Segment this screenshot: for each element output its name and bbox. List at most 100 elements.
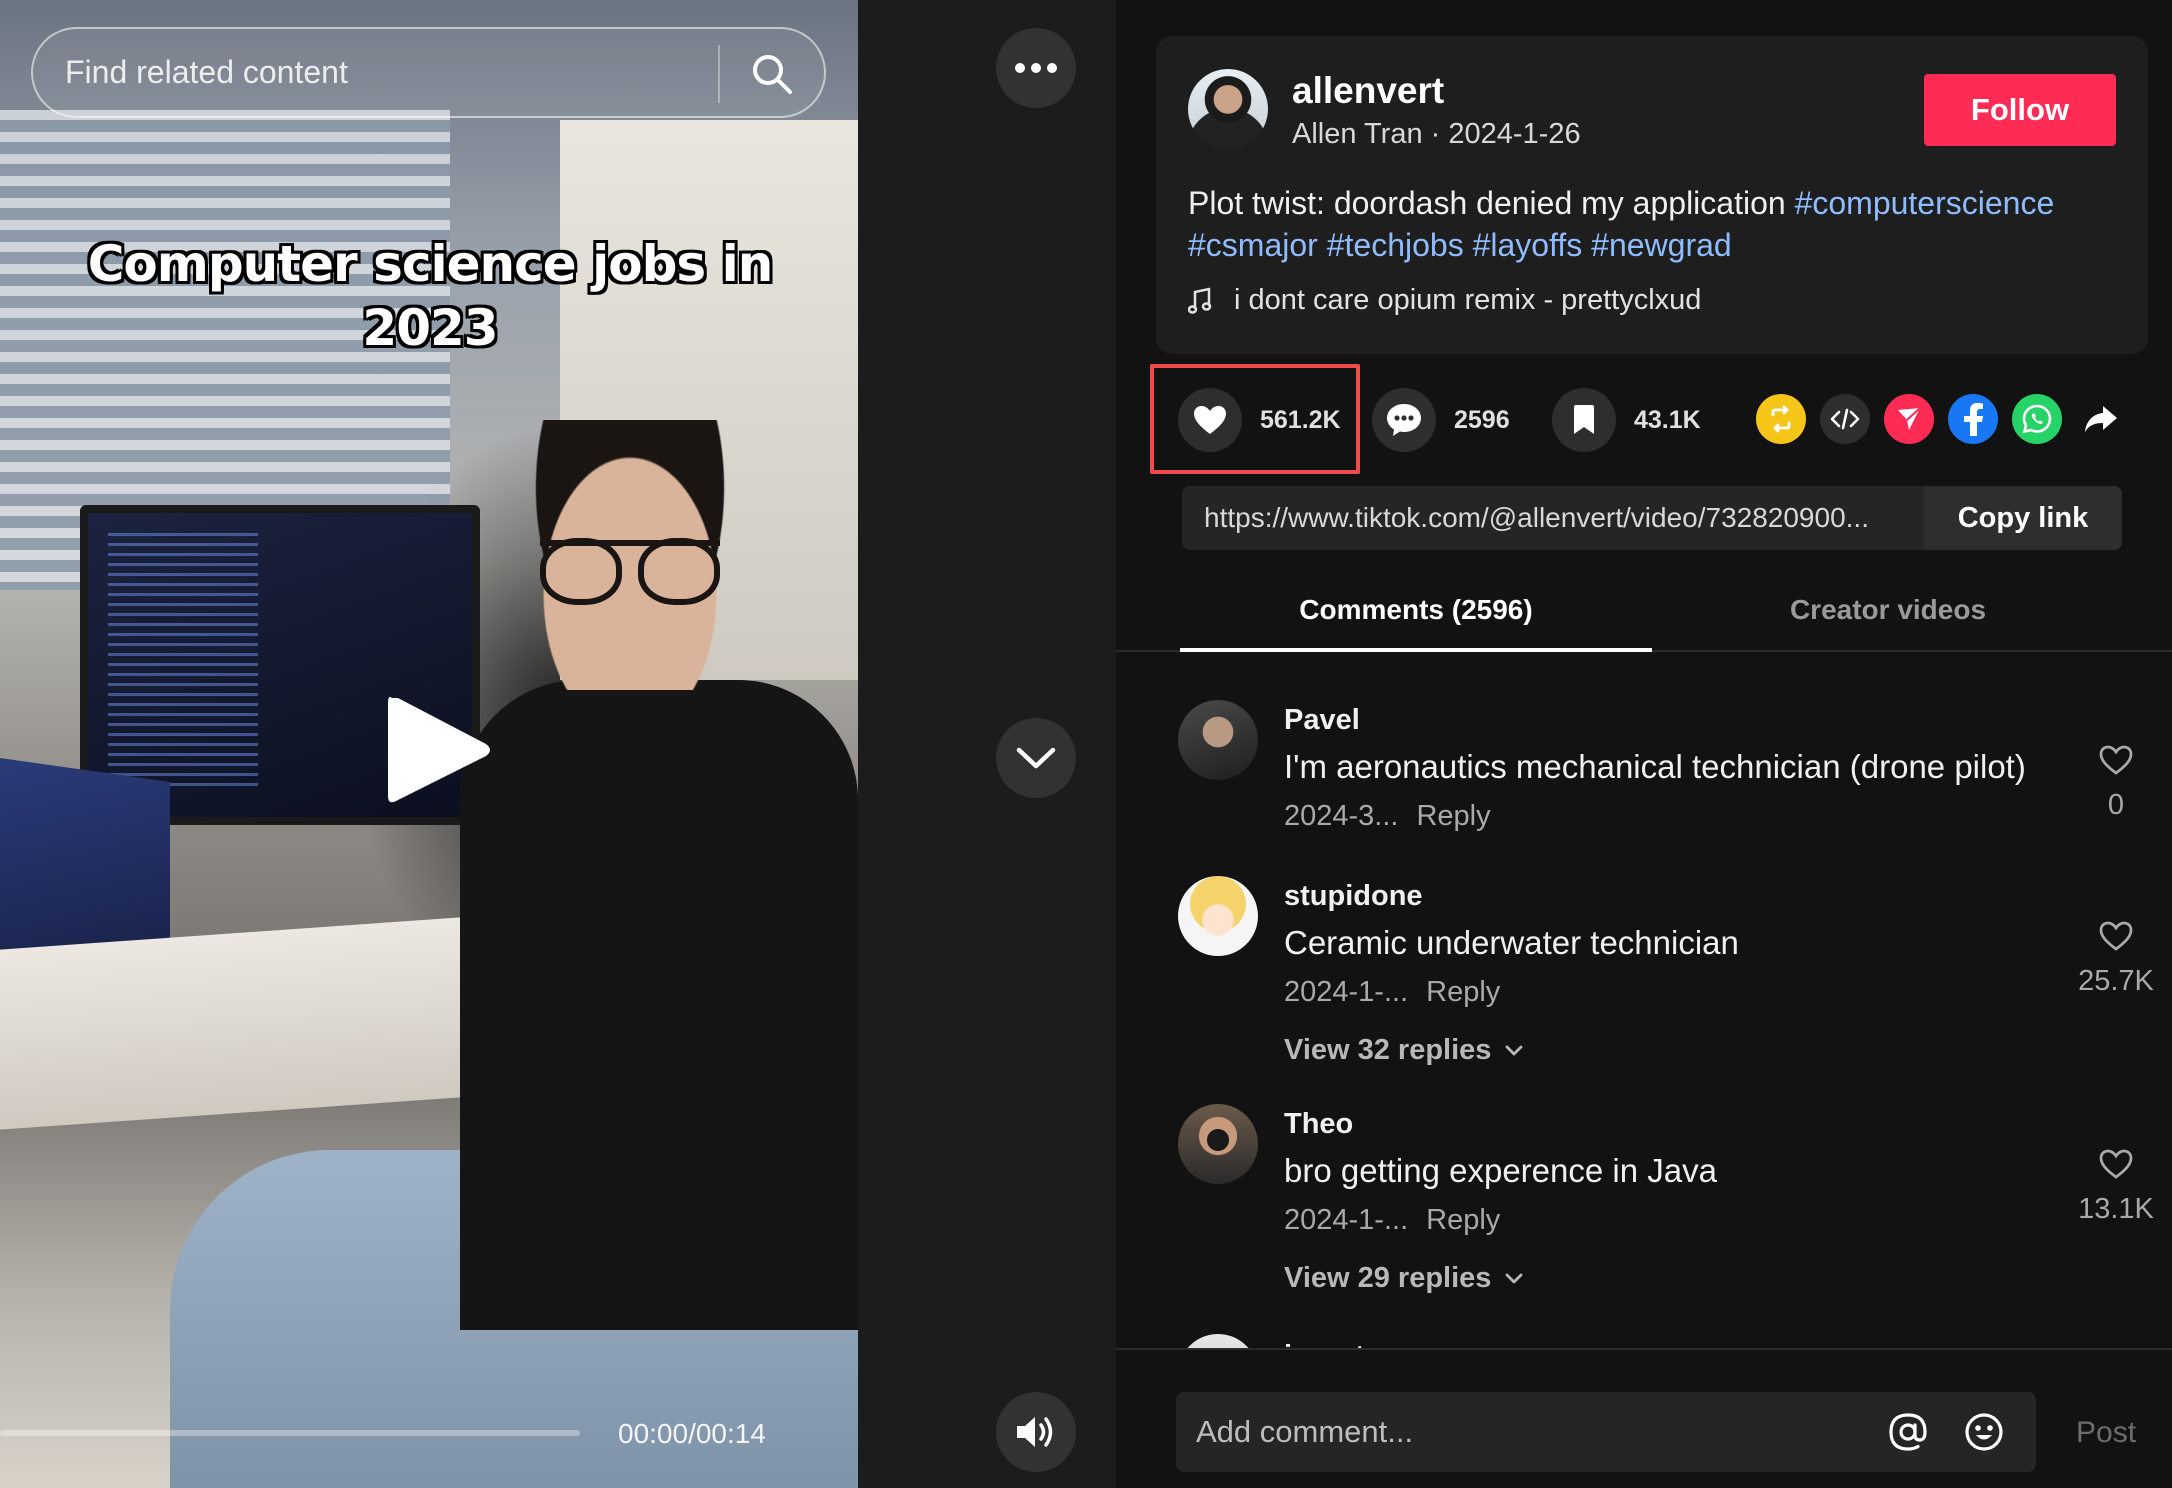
volume-icon xyxy=(1017,1417,1053,1447)
commenter-name[interactable]: Theo xyxy=(1284,1108,1353,1141)
video-link-text[interactable]: https://www.tiktok.com/@allenvert/video/… xyxy=(1204,502,1904,534)
embed-icon[interactable] xyxy=(1820,394,1870,444)
caption-text: Plot twist: doordash denied my applicati… xyxy=(1188,185,1786,221)
video-player[interactable]: Find related content Computer science jo… xyxy=(0,0,858,1488)
commenter-name[interactable]: Pavel xyxy=(1284,704,1360,737)
music-title: i dont care opium remix - prettyclxud xyxy=(1234,284,1702,316)
more-options-button[interactable] xyxy=(996,28,1076,108)
person-shirt xyxy=(460,680,858,1330)
comment-bubble-icon[interactable] xyxy=(1372,388,1436,452)
search-divider xyxy=(718,45,720,103)
whatsapp-icon[interactable] xyxy=(2012,394,2062,444)
heart-outline-icon xyxy=(2099,745,2133,775)
reply-button[interactable]: Reply xyxy=(1426,1204,1500,1236)
comment-date: 2024-1-... xyxy=(1284,1204,1409,1236)
comment-date: 2024-1-... xyxy=(1284,976,1409,1008)
view-replies-button[interactable]: View 32 replies xyxy=(1284,1034,1523,1067)
video-progress-bar[interactable] xyxy=(0,1430,580,1436)
search-placeholder: Find related content xyxy=(65,54,348,90)
like-button[interactable]: 561.2K xyxy=(1178,388,1341,452)
more-icon xyxy=(1015,63,1057,73)
bookmark-icon[interactable] xyxy=(1552,388,1616,452)
reply-button[interactable]: Reply xyxy=(1416,800,1490,832)
volume-button[interactable] xyxy=(996,1392,1076,1472)
commenter-avatar[interactable] xyxy=(1178,700,1258,780)
view-replies-label: View 32 replies xyxy=(1284,1034,1492,1066)
video-time: 00:00/00:14 xyxy=(618,1418,766,1449)
facebook-icon[interactable] xyxy=(1948,394,1998,444)
comment-text: Ceramic underwater technician xyxy=(1284,924,1739,961)
next-video-button[interactable] xyxy=(996,718,1076,798)
comment-list[interactable]: Pavel I'm aeronautics mechanical technic… xyxy=(1116,654,2172,1348)
post-date: 2024-1-26 xyxy=(1448,118,1581,150)
comment-text: I'm aeronautics mechanical technician (d… xyxy=(1284,748,2026,785)
view-replies-button[interactable]: View 29 replies xyxy=(1284,1262,1523,1295)
comment-meta: 2024-1-... Reply xyxy=(1284,976,1500,1009)
comment-meta: 2024-3... Reply xyxy=(1284,800,1491,833)
heart-outline-icon xyxy=(2099,1149,2133,1179)
comment-like-count: 13.1K xyxy=(2078,1193,2154,1225)
commenter-name[interactable]: stupidone xyxy=(1284,880,1423,913)
heart-icon[interactable] xyxy=(1178,388,1242,452)
repost-icon[interactable] xyxy=(1756,394,1806,444)
music-note-icon xyxy=(1188,286,1212,314)
comment-like-button[interactable]: 25.7K xyxy=(2068,920,2164,998)
details-panel: allenvert Allen Tran · 2024-1-26 Follow … xyxy=(1116,0,2172,1488)
post-button[interactable]: Post xyxy=(2076,1416,2136,1450)
find-related-search[interactable]: Find related content xyxy=(31,27,826,118)
commenter-avatar[interactable] xyxy=(1178,876,1258,956)
author-display-name: Allen Tran xyxy=(1292,118,1423,150)
save-count: 43.1K xyxy=(1634,405,1701,434)
comment-like-button[interactable]: 0 xyxy=(2068,744,2164,822)
play-icon[interactable] xyxy=(382,690,494,810)
comment-button[interactable]: 2596 xyxy=(1372,388,1510,452)
like-count: 561.2K xyxy=(1260,405,1341,434)
mention-icon[interactable] xyxy=(1884,1408,1932,1456)
chevron-down-icon xyxy=(1506,1045,1523,1055)
emoji-icon[interactable] xyxy=(1960,1408,2008,1456)
comment-item: stupidone Ceramic underwater technician … xyxy=(1116,876,2172,1096)
tab-comments[interactable]: Comments (2596) xyxy=(1180,594,1652,652)
chevron-down-icon xyxy=(1506,1273,1523,1283)
comment-composer: Add comment... Post xyxy=(1116,1348,2172,1488)
tab-creator-videos[interactable]: Creator videos xyxy=(1652,594,2124,626)
add-comment-input[interactable]: Add comment... xyxy=(1176,1392,2036,1472)
hashtag-link[interactable]: #csmajor xyxy=(1188,227,1318,263)
share-arrow-icon[interactable] xyxy=(2076,394,2126,444)
save-button[interactable]: 43.1K xyxy=(1552,388,1701,452)
music-link[interactable]: i dont care opium remix - prettyclxud xyxy=(1188,284,1701,317)
heart-outline-icon xyxy=(2099,921,2133,951)
chevron-down-icon xyxy=(1016,747,1056,769)
hashtag-link[interactable]: #computerscience xyxy=(1795,185,2055,221)
view-replies-label: View 29 replies xyxy=(1284,1262,1492,1294)
add-comment-placeholder: Add comment... xyxy=(1196,1414,1414,1449)
comment-like-count: 0 xyxy=(2107,789,2125,821)
comment-text: bro getting experence in Java xyxy=(1284,1152,1717,1189)
commenter-avatar[interactable] xyxy=(1178,1334,1258,1348)
search-icon[interactable] xyxy=(740,42,804,106)
author-subline: Allen Tran · 2024-1-26 xyxy=(1292,118,1581,150)
comment-item: Pavel I'm aeronautics mechanical technic… xyxy=(1116,700,2172,850)
hashtag-link[interactable]: #layoffs xyxy=(1473,227,1583,263)
post-caption: Plot twist: doordash denied my applicati… xyxy=(1188,182,2128,266)
hashtag-link[interactable]: #techjobs xyxy=(1327,227,1464,263)
comment-like-count: 25.7K xyxy=(2078,965,2154,997)
post-info-card: allenvert Allen Tran · 2024-1-26 Follow … xyxy=(1156,36,2148,354)
navigation-strip xyxy=(858,0,1116,1488)
author-avatar[interactable] xyxy=(1188,69,1268,149)
send-icon[interactable] xyxy=(1884,394,1934,444)
comment-like-button[interactable]: 13.1K xyxy=(2068,1148,2164,1226)
reply-button[interactable]: Reply xyxy=(1426,976,1500,1008)
commenter-avatar[interactable] xyxy=(1178,1104,1258,1184)
comment-meta: 2024-1-... Reply xyxy=(1284,1204,1500,1237)
comment-item: jeront xyxy=(1116,1332,2172,1348)
video-overlay-text: Computer science jobs in 2023 xyxy=(87,235,774,357)
follow-button[interactable]: Follow xyxy=(1924,74,2116,146)
copy-link-button[interactable]: Copy link xyxy=(1924,486,2122,550)
action-row: 561.2K 2596 43.1K xyxy=(1116,364,2172,474)
comment-date: 2024-3... xyxy=(1284,800,1399,832)
hashtag-link[interactable]: #newgrad xyxy=(1591,227,1732,263)
person-glasses xyxy=(540,538,720,605)
author-username[interactable]: allenvert xyxy=(1292,70,1444,112)
commenter-name[interactable]: jeront xyxy=(1284,1340,1365,1348)
